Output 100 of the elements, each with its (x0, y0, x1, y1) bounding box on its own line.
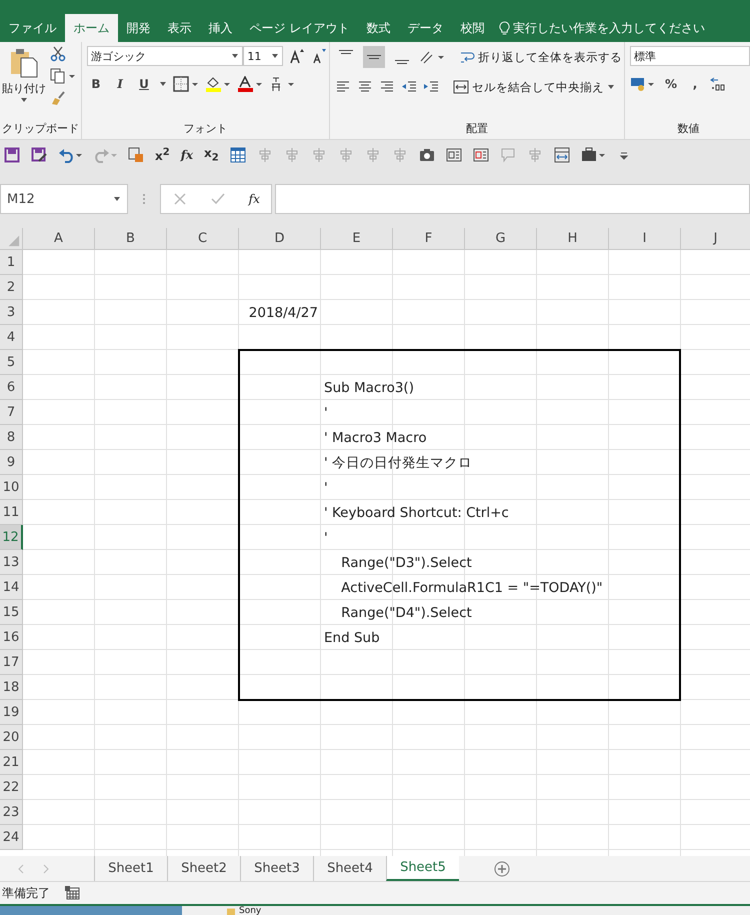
caret-icon[interactable] (231, 52, 240, 60)
decimal-icon[interactable] (710, 76, 726, 92)
number-format-field[interactable]: 標準 (630, 46, 750, 66)
row-header[interactable]: 9 (0, 450, 23, 475)
form-icon[interactable] (446, 147, 462, 163)
brush-icon[interactable] (50, 90, 66, 106)
ribbon-tab[interactable]: 数式 (358, 14, 399, 42)
row-header[interactable]: 10 (0, 475, 23, 500)
row-header[interactable]: 14 (0, 575, 23, 600)
caret-icon[interactable] (271, 52, 279, 60)
row-header[interactable]: 7 (0, 400, 23, 425)
row-header[interactable]: 17 (0, 650, 23, 675)
format-button[interactable]: B (87, 74, 105, 94)
save-as-icon[interactable] (31, 147, 47, 163)
row-header[interactable]: 24 (0, 825, 23, 850)
merge-center-button[interactable]: セルを結合して中央揃え (453, 76, 615, 98)
row-header[interactable]: 4 (0, 325, 23, 350)
clipboard-icon[interactable] (128, 147, 144, 163)
ribbon-tab[interactable]: 表示 (159, 14, 200, 42)
font-size-field[interactable]: 11 (243, 46, 283, 66)
tell-me-search[interactable]: 実行したい作業を入力してください (498, 14, 705, 42)
insert-function-button[interactable]: fx (248, 192, 260, 206)
font-size-value: 11 (247, 50, 262, 62)
caret-icon[interactable] (20, 96, 28, 104)
phonetic-icon[interactable] (269, 76, 295, 92)
border-icon[interactable] (173, 76, 199, 92)
format-button[interactable]: x$_{2}$ (204, 146, 219, 164)
row-header[interactable]: 6 (0, 375, 23, 400)
percent-button[interactable]: % (662, 74, 680, 94)
sheet-tab[interactable]: Sheet2 (167, 856, 240, 881)
row-header[interactable]: 16 (0, 625, 23, 650)
column-header[interactable]: B (95, 228, 167, 250)
column-header[interactable]: J (681, 228, 750, 250)
fill-color-icon[interactable] (205, 76, 231, 92)
form-icon[interactable] (472, 147, 489, 163)
column-header[interactable]: F (393, 228, 465, 250)
row-header[interactable]: 23 (0, 800, 23, 825)
orientation-icon[interactable] (419, 49, 445, 65)
format-button[interactable]: I (111, 74, 129, 94)
formula-input[interactable] (275, 184, 750, 214)
ribbon-tab[interactable]: 挿入 (200, 14, 241, 42)
caret-icon[interactable] (607, 83, 615, 91)
save-icon[interactable] (4, 147, 20, 163)
table-icon[interactable] (230, 147, 246, 163)
row-header[interactable]: 11 (0, 500, 23, 525)
wrap-text-button[interactable]: 折り返して全体を表示する (459, 46, 622, 68)
ribbon-tab[interactable]: ファイル (0, 14, 65, 42)
fit-icon[interactable] (554, 147, 570, 163)
ribbon-tab[interactable]: ホーム (65, 14, 118, 42)
drag-handle-icon[interactable] (142, 193, 146, 205)
row-header[interactable]: 5 (0, 350, 23, 375)
function-button[interactable]: fx (180, 148, 194, 162)
sheet-tab[interactable]: Sheet5 (386, 856, 459, 881)
row-header[interactable]: 8 (0, 425, 23, 450)
column-header[interactable]: E (321, 228, 393, 250)
name-box[interactable]: M12 (0, 184, 128, 214)
ribbon-tab[interactable]: 開発 (118, 14, 159, 42)
row-header[interactable]: 1 (0, 250, 23, 275)
camera-icon[interactable] (418, 147, 435, 163)
column-header[interactable]: G (465, 228, 537, 250)
row-header[interactable]: 15 (0, 600, 23, 625)
ribbon-tab[interactable]: ページ レイアウト (241, 14, 358, 42)
row-header[interactable]: 20 (0, 725, 23, 750)
row-header[interactable]: 18 (0, 675, 23, 700)
scissors-icon[interactable] (50, 46, 66, 62)
row-header[interactable]: 3 (0, 300, 23, 325)
grow-font-icon[interactable] (289, 48, 305, 64)
row-header[interactable]: 13 (0, 550, 23, 575)
row-header[interactable]: 19 (0, 700, 23, 725)
column-header[interactable]: D (239, 228, 321, 250)
currency-icon[interactable] (630, 76, 656, 92)
check-icon[interactable] (210, 191, 226, 207)
format-button[interactable]: x$^{2}$ (155, 147, 170, 163)
add-sheet-icon[interactable] (494, 860, 510, 876)
comma-button[interactable]: , (686, 74, 704, 94)
column-header[interactable]: I (609, 228, 681, 250)
row-header[interactable]: 22 (0, 775, 23, 800)
row-header[interactable]: 21 (0, 750, 23, 775)
caret-icon[interactable] (113, 195, 121, 203)
column-header[interactable]: A (23, 228, 95, 250)
copy-icon[interactable] (50, 68, 76, 84)
undo-icon[interactable] (58, 147, 82, 163)
font-name-field[interactable]: 游ゴシック (87, 46, 244, 66)
cell-text: ' Keyboard Shortcut: Ctrl+c (323, 504, 510, 520)
row-header[interactable]: 2 (0, 275, 23, 300)
toolbox-icon[interactable] (580, 147, 605, 163)
ribbon-tab[interactable]: データ (398, 14, 452, 42)
sheet-tab[interactable]: Sheet1 (94, 856, 167, 881)
macro-record-icon[interactable] (64, 885, 80, 901)
column-header[interactable]: C (167, 228, 239, 250)
caret-icon[interactable] (159, 80, 167, 88)
font-color-icon[interactable] (237, 76, 263, 92)
sheet-tab[interactable]: Sheet3 (240, 856, 313, 881)
vertical-align-button[interactable] (363, 46, 385, 68)
ribbon-tab[interactable]: 校閲 (452, 14, 493, 42)
format-button[interactable]: U (135, 74, 153, 94)
paste-button[interactable]: 貼り付け (2, 46, 46, 121)
shrink-font-icon[interactable] (311, 48, 327, 64)
column-header[interactable]: H (537, 228, 609, 250)
row-header[interactable]: 12 (0, 525, 23, 550)
